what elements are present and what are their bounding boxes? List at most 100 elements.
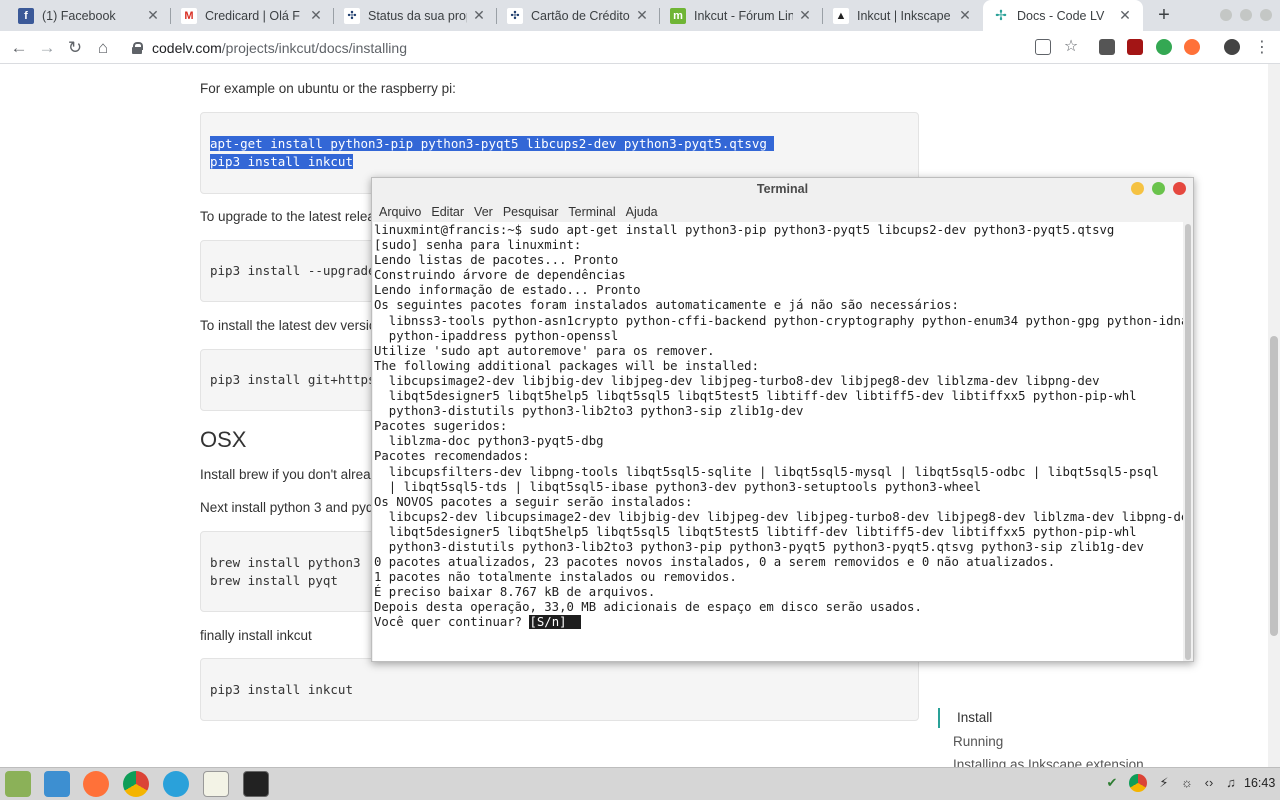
minimize-window-icon[interactable] [1220, 9, 1232, 21]
extension-gray-icon[interactable] [1099, 39, 1115, 55]
ublock-icon[interactable] [1127, 39, 1143, 55]
paragraph-example: For example on ubuntu or the raspberry p… [200, 81, 456, 96]
back-arrow-icon[interactable]: ← [7, 36, 31, 60]
tab-title: (1) Facebook [42, 8, 116, 23]
terminal-line: libcupsfilters-dev libpng-tools libqt5sq… [374, 464, 1159, 479]
mint-menu-icon[interactable] [5, 771, 31, 797]
telegram-icon[interactable] [163, 771, 189, 797]
chrome-tray-icon[interactable] [1129, 774, 1147, 792]
browser-tab-strip: f (1) Facebook ✕ M Credicard | Olá F ✕ ✣… [0, 0, 1280, 31]
paragraph-dev: To install the latest dev versio [200, 318, 377, 333]
close-icon[interactable]: ✕ [634, 7, 650, 24]
gmail-icon: M [181, 7, 197, 24]
toc-item-running[interactable]: Running [953, 734, 1003, 749]
text-editor-icon[interactable] [203, 771, 229, 797]
url-host: codelv.com [152, 40, 222, 56]
menu-ajuda[interactable]: Ajuda [626, 202, 658, 222]
terminal-line: libcups2-dev libcupsimage2-dev libjbig-d… [374, 509, 1183, 524]
tab-facebook[interactable]: f (1) Facebook ✕ [8, 0, 171, 31]
close-window-icon[interactable] [1260, 9, 1272, 21]
minimize-window-icon[interactable] [1131, 182, 1144, 195]
linuxmint-icon: m [670, 7, 686, 24]
terminal-line: Os seguintes pacotes foram instalados au… [374, 298, 959, 313]
terminal-line: [sudo] senha para linuxmint: [374, 238, 582, 253]
address-bar[interactable]: codelv.com/projects/inkcut/docs/installi… [132, 35, 1092, 61]
code-line: pip3 install inkcut [210, 682, 353, 697]
clock[interactable]: 16:43 [1244, 776, 1275, 790]
menu-terminal[interactable]: Terminal [568, 202, 615, 222]
tab-title: Inkcut - Fórum Linux [694, 8, 793, 23]
terminal-window[interactable]: Terminal Arquivo Editar Ver Pesquisar Te… [371, 177, 1194, 662]
tab-inkcut-forum[interactable]: m Inkcut - Fórum Linux ✕ [660, 0, 823, 31]
terminal-line: Pacotes recomendados: [374, 449, 530, 464]
terminal-line: | libqt5sql5-tds | libqt5sql5-ibase pyth… [374, 479, 982, 494]
new-tab-button[interactable]: + [1152, 4, 1176, 28]
terminal-line: 0 pacotes atualizados, 23 pacotes novos … [374, 555, 1056, 570]
terminal-scrollbar[interactable] [1185, 224, 1191, 660]
tab-credicard-mail[interactable]: M Credicard | Olá F ✕ [171, 0, 334, 31]
home-icon[interactable]: ⌂ [91, 36, 115, 60]
terminal-output[interactable]: linuxmint@francis:~$ sudo apt-get instal… [373, 222, 1183, 661]
forward-arrow-icon[interactable]: → [35, 36, 59, 60]
toc-item-install[interactable]: Install [957, 710, 992, 725]
checkmark-extension-icon[interactable] [1156, 39, 1172, 55]
toc-active-indicator [938, 708, 940, 728]
maximize-window-icon[interactable] [1240, 9, 1252, 21]
tab-cartao-credito[interactable]: ✣ Cartão de Crédito e ✕ [497, 0, 660, 31]
brightness-icon[interactable]: ☼ [1178, 774, 1196, 792]
tab-inkcut-inkscape[interactable]: ▲ Inkcut | Inkscape ✕ [823, 0, 983, 31]
page-scrollbar[interactable] [1268, 64, 1280, 767]
code-arrows-icon[interactable]: ‹› [1200, 774, 1218, 792]
code-block-inkcut[interactable]: pip3 install inkcut [200, 658, 919, 721]
terminal-line: Lendo listas de pacotes... Pronto [374, 253, 619, 268]
tab-docs-codelv[interactable]: ✢ Docs - Code LV ✕ [983, 0, 1143, 31]
terminal-line: libcupsimage2-dev libjbig-dev libjpeg-de… [374, 373, 1100, 388]
terminal-app-icon[interactable] [243, 771, 269, 797]
system-taskbar: ✔ ⚡ ☼ ‹› ♫ 16:43 [0, 767, 1280, 800]
code-line: pip3 install inkcut [210, 154, 353, 169]
terminal-line: python3-distutils python3-lib2to3 python… [374, 404, 804, 419]
shield-icon[interactable]: ✔ [1103, 774, 1121, 792]
more-menu-icon[interactable]: ⋮ [1250, 36, 1274, 60]
paragraph-brew: Install brew if you don't alread [200, 467, 379, 482]
terminal-line: Os NOVOS pacotes a seguir serão instalad… [374, 494, 693, 509]
tab-title: Inkcut | Inkscape [857, 8, 951, 23]
close-icon[interactable]: ✕ [957, 7, 973, 24]
menu-arquivo[interactable]: Arquivo [379, 202, 421, 222]
close-icon[interactable]: ✕ [308, 7, 324, 24]
profile-avatar[interactable] [1224, 39, 1240, 55]
menu-pesquisar[interactable]: Pesquisar [503, 202, 559, 222]
facebook-icon: f [18, 7, 34, 24]
codelv-icon: ✢ [993, 7, 1009, 24]
close-icon[interactable]: ✕ [471, 7, 487, 24]
paragraph-upgrade: To upgrade to the latest relea [200, 209, 375, 224]
firefox-sync-icon[interactable] [1184, 39, 1200, 55]
close-icon[interactable]: ✕ [1117, 7, 1133, 24]
translate-icon[interactable] [1035, 39, 1051, 55]
bookmark-star-icon[interactable]: ☆ [1059, 35, 1083, 59]
terminal-line: Construindo árvore de dependências [374, 268, 626, 283]
music-note-icon[interactable]: ♫ [1222, 774, 1240, 792]
menu-editar[interactable]: Editar [431, 202, 464, 222]
network-icon[interactable]: ⚡ [1155, 774, 1173, 792]
page-scrollbar-thumb[interactable] [1270, 336, 1278, 636]
terminal-line: liblzma-doc python3-pyqt5-dbg [374, 434, 604, 449]
close-icon[interactable]: ✕ [797, 7, 813, 24]
files-folder-icon[interactable] [44, 771, 70, 797]
tab-status-proposta[interactable]: ✣ Status da sua propo ✕ [334, 0, 497, 31]
chrome-icon[interactable] [123, 771, 149, 797]
menu-ver[interactable]: Ver [474, 202, 493, 222]
terminal-cursor-choice: [S/n] [529, 615, 582, 630]
terminal-line: Utilize 'sudo apt autoremove' para os re… [374, 343, 715, 358]
close-icon[interactable]: ✕ [145, 7, 161, 24]
lock-icon [132, 42, 143, 54]
terminal-line: É preciso baixar 8.767 kB de arquivos. [374, 585, 656, 600]
terminal-line: python3-distutils python3-lib2to3 python… [374, 539, 1144, 554]
close-window-icon[interactable] [1173, 182, 1186, 195]
firefox-icon[interactable] [83, 771, 109, 797]
maximize-window-icon[interactable] [1152, 182, 1165, 195]
terminal-menubar: Arquivo Editar Ver Pesquisar Terminal Aj… [372, 202, 1193, 222]
terminal-line: 1 pacotes não totalmente instalados ou r… [374, 570, 737, 585]
reload-icon[interactable]: ↻ [63, 36, 87, 60]
toc-item-inkscape-extension[interactable]: Installing as Inkscape extension [953, 757, 1144, 767]
